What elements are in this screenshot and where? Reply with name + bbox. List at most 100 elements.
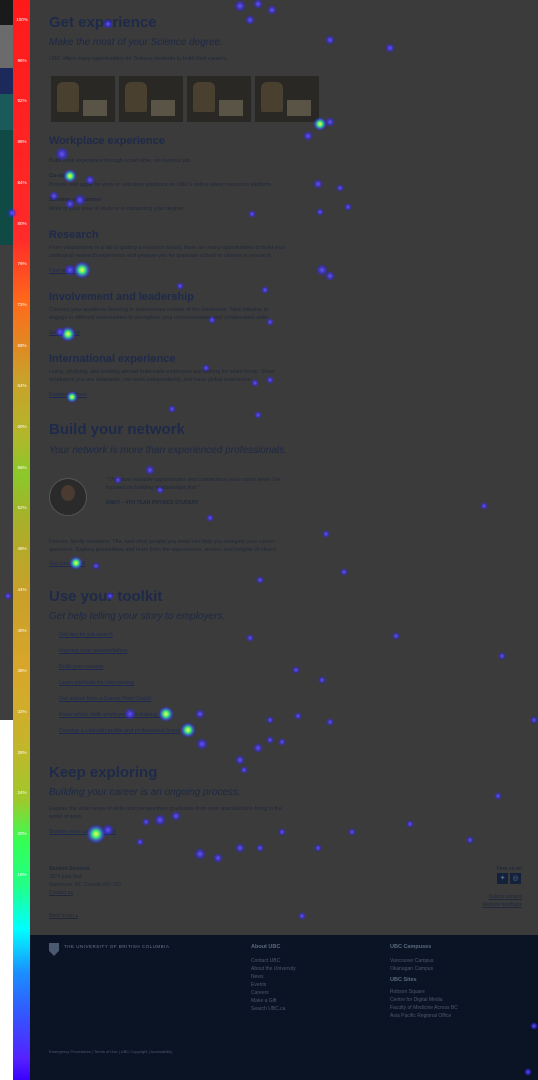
site-footer: THE UNIVERSITY OF BRITISH COLUMBIA About… (30, 935, 538, 1080)
footer-link[interactable]: Okanagan Campus (390, 966, 433, 972)
scale-tick: 28% (17, 749, 27, 755)
website-feedback-link[interactable]: Website feedback (482, 902, 522, 908)
toolkit-item[interactable]: › Get tips for job search (49, 632, 113, 638)
avatar (49, 478, 87, 516)
scale-tick: 56% (17, 464, 27, 470)
chevron-right-icon: › (49, 696, 51, 702)
ubc-wordmark: THE UNIVERSITY OF BRITISH COLUMBIA (64, 944, 170, 949)
caret-up-icon: ▴ (75, 913, 78, 919)
coop-title[interactable]: Co-op (49, 173, 497, 181)
chevron-right-icon: › (49, 632, 51, 638)
summer-text: Work in your area of study or in computi… (49, 206, 185, 212)
exploring-subtitle: Building your career is an ongoing proce… (49, 787, 241, 798)
page-content: Get experience Make the most of your Sci… (30, 0, 538, 935)
international-text-1: Living, studying, and working abroad bui… (49, 369, 275, 375)
network-subtitle: Your network is more than experienced pr… (49, 445, 287, 456)
quote-author: ANDY – 4TH YEAR PHYSICS STUDENT (106, 500, 199, 506)
section-title-international: International experience (49, 353, 176, 365)
chevron-right-icon: › (49, 680, 51, 686)
toolkit-item[interactable]: › Improve your resume/letters (49, 648, 127, 654)
submit-content-link[interactable]: Submit content (489, 894, 522, 900)
scale-tick: 32% (17, 708, 27, 714)
contact-address-1: 1874 East Mall (49, 874, 83, 880)
toolkit-item[interactable]: › Get advice from a Career Peer Coach (49, 696, 151, 702)
scale-tick: 68% (17, 342, 27, 348)
section-title-experience: Get experience (49, 14, 157, 31)
experience-subtitle: Make the most of your Science degree. (49, 37, 223, 48)
toolkit-item[interactable]: › Build your resume (49, 664, 103, 670)
twitter-icon[interactable]: ✦ (497, 873, 508, 884)
scale-tick: 20% (17, 831, 27, 836)
scale-tick: 36% (17, 668, 27, 674)
footer-campus-title: UBC Campuses (390, 944, 432, 950)
footer-link[interactable]: About the University (251, 966, 296, 972)
scale-gradient (13, 0, 30, 1080)
involvement-link[interactable]: Get involved (49, 330, 80, 336)
section-title-workplace: Workplace experience (49, 135, 165, 147)
toolkit-item[interactable]: › Know which skills employers are looking… (49, 712, 165, 718)
network-text-1: Friends, family members, TAs, and other … (49, 539, 275, 545)
research-text-2: undergrad research experience and prepar… (49, 253, 273, 259)
involvement-text-1: Connect your academic learning to experi… (49, 307, 269, 313)
chevron-right-icon: › (49, 664, 51, 670)
quote-line-1: "The most valuable opportunities and con… (106, 477, 281, 483)
exploring-text-2: world of work. (49, 814, 83, 820)
international-text-2: employers you are adaptable, can work in… (49, 377, 253, 383)
toolkit-item[interactable]: › Learn methods for interviewing (49, 680, 134, 686)
scale-tick: 76% (17, 261, 27, 267)
footer-link[interactable]: Events (251, 982, 266, 988)
scale-tick: 84% (17, 179, 27, 185)
footer-link[interactable]: Contact UBC (251, 958, 280, 964)
network-text-2: questions. Explore possibilities and lea… (49, 547, 278, 553)
international-link[interactable]: Explore options (49, 392, 87, 398)
footer-link[interactable]: Robson Square (390, 989, 425, 995)
footer-link[interactable]: Vancouver Campus (390, 958, 434, 964)
scale-tick: 100% (16, 17, 28, 22)
scale-tick: 96% (17, 57, 27, 63)
footer-link[interactable]: Make a Gift (251, 998, 277, 1004)
scale-tick: 48% (17, 546, 27, 552)
research-link[interactable]: Find research (49, 268, 83, 274)
back-to-top-link[interactable]: Back to top ▴ (49, 913, 78, 920)
contact-org: Student Services (49, 866, 90, 872)
photo-lab (51, 76, 115, 122)
footer-link[interactable]: Careers (251, 990, 269, 996)
workplace-line: Build work experience through a part-tim… (49, 158, 192, 164)
section-title-research: Research (49, 229, 99, 241)
involvement-text-2: engage in different communities to stren… (49, 315, 270, 321)
scale-tick: 16% (17, 871, 27, 877)
section-title-network: Build your network (49, 421, 185, 438)
scale-tick: 64% (17, 383, 27, 389)
scale-tick: 72% (17, 301, 27, 307)
network-link[interactable]: Get connected (49, 561, 85, 567)
chevron-right-icon: › (49, 648, 51, 654)
footer-link[interactable]: Search UBC.ca (251, 1006, 285, 1012)
toolkit-item[interactable]: › Develop a LinkedIn profile and professi… (49, 728, 180, 734)
scale-tick: 60% (17, 424, 27, 429)
footer-link[interactable]: Centre for Digital Media (390, 997, 443, 1003)
contact-address-2: Vancouver, BC Canada V6T 1Z1 (49, 882, 122, 888)
chevron-right-icon: › (49, 728, 51, 734)
quote-line-2: focused on building relationships first.… (106, 485, 200, 491)
footer-link[interactable]: Faculty of Medicine Across BC (390, 1005, 458, 1011)
instagram-icon[interactable]: ◎ (510, 873, 521, 884)
scale-tick: 92% (17, 98, 27, 104)
scale-tick: 40% (17, 627, 27, 633)
photo-group (187, 76, 251, 122)
scale-strip (0, 0, 13, 1080)
scale-tick: 24% (17, 790, 27, 796)
contact-link[interactable]: Contact us (49, 890, 73, 897)
toolkit-subtitle: Get help telling your story to employers… (49, 611, 226, 622)
scale-tick: 88% (17, 139, 27, 145)
footer-link[interactable]: Asia Pacific Regional Office (390, 1013, 451, 1019)
summer-title[interactable]: Summer or Summer (49, 197, 497, 205)
coop-text: Browse and apply for work or volunteer p… (49, 182, 272, 188)
exploring-text-1: Explore the wide range of skills and per… (49, 806, 283, 812)
chevron-right-icon: › (49, 712, 51, 718)
exploring-link[interactable]: Browse your career options (49, 829, 116, 835)
footer-legal-links[interactable]: Emergency Procedures | Terms of Use | UB… (49, 1049, 172, 1054)
footer-link[interactable]: News (251, 974, 264, 980)
research-text-1: From volunteering in a lab to getting a … (49, 245, 286, 251)
scale-tick: 44% (17, 586, 27, 592)
ubc-crest-icon (49, 943, 59, 956)
